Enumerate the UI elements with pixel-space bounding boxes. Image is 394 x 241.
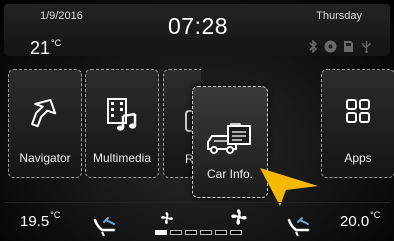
driver-temp-value: 19.5	[20, 213, 50, 230]
disc-icon	[324, 40, 337, 53]
seat-heat-left-icon[interactable]	[92, 216, 118, 241]
fan-speed-segment[interactable]	[185, 230, 197, 235]
clock[interactable]: 07:28	[168, 13, 228, 40]
outside-temp-unit: °C	[51, 38, 62, 48]
car-info-tile[interactable]: Car Info.	[192, 86, 268, 198]
multimedia-label: Multimedia	[92, 151, 152, 165]
passenger-temp-value: 20.0	[340, 213, 370, 230]
fan-speed-segment[interactable]	[170, 230, 182, 235]
navigator-label: Navigator	[19, 151, 71, 165]
car-info-label: Car Info.	[206, 167, 254, 181]
fan-speed-segment[interactable]	[155, 230, 167, 235]
pointer-arrow-icon	[258, 166, 320, 213]
outside-temperature: 21°C	[30, 38, 61, 59]
fan-speed-segment[interactable]	[200, 230, 212, 235]
navigator-tile[interactable]: Navigator	[8, 69, 82, 178]
driver-temp-unit: °C	[50, 210, 61, 220]
head-unit-screen: 1/9/2016 07:28 Thursday 21°C Navigator M…	[0, 0, 394, 241]
fan-speed-segment[interactable]	[215, 230, 227, 235]
fan-high-icon[interactable]	[230, 208, 248, 231]
fan-low-icon[interactable]	[160, 211, 174, 230]
car-info-icon	[206, 123, 254, 162]
status-icons	[306, 39, 373, 54]
usb-icon	[360, 40, 373, 54]
multimedia-tile[interactable]: Multimedia	[85, 69, 159, 178]
passenger-temperature[interactable]: 20.0°C	[340, 210, 380, 230]
seat-heat-right-icon[interactable]	[286, 216, 312, 241]
apps-tile[interactable]: Apps	[321, 69, 394, 178]
day-label: Thursday	[316, 10, 362, 22]
driver-temperature[interactable]: 19.5°C	[20, 210, 60, 230]
navigation-arrow-icon	[30, 98, 60, 137]
fan-speed-bar[interactable]	[155, 230, 242, 235]
sd-card-icon	[342, 40, 355, 53]
grid-icon	[345, 98, 371, 129]
divider	[4, 202, 390, 203]
film-music-icon	[105, 98, 139, 137]
date-label: 1/9/2016	[40, 10, 83, 22]
passenger-temp-unit: °C	[370, 210, 381, 220]
bluetooth-icon	[306, 39, 319, 54]
outside-temp-value: 21	[30, 38, 51, 58]
apps-label: Apps	[344, 151, 372, 165]
